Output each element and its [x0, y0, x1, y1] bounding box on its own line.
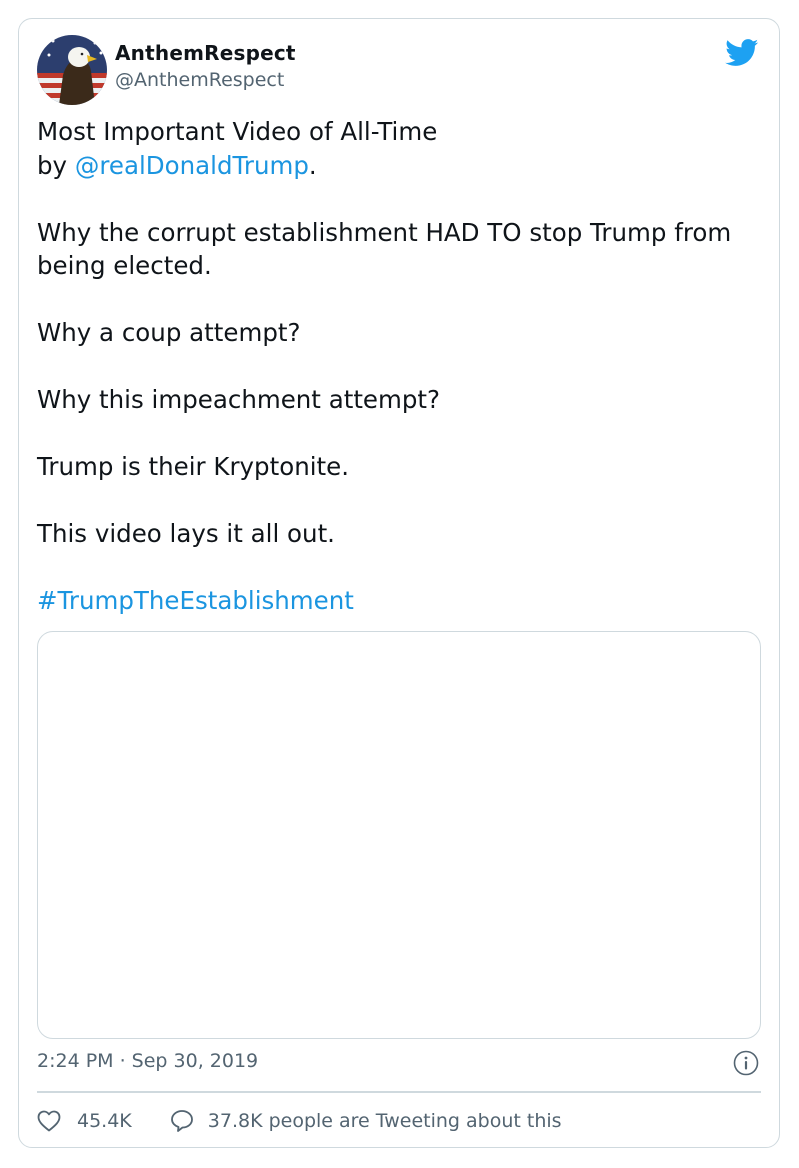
tweet-paragraph-2: Why the corrupt establishment HAD TO sto…	[37, 217, 732, 281]
by-suffix: .	[308, 150, 317, 180]
twitter-bird-icon[interactable]	[725, 39, 759, 67]
author-handle[interactable]: @AnthemRespect	[115, 69, 284, 91]
tweet-paragraph-1: Most Important Video of All-Time by @real…	[37, 115, 757, 182]
tweet-line-1: Most Important Video of All-Time	[37, 117, 438, 146]
tweet-timestamp[interactable]: 2:24 PM · Sep 30, 2019	[37, 1050, 258, 1072]
tweet-text: Most Important Video of All-Time by @real…	[37, 115, 757, 618]
tweet-paragraph-4: Why this impeachment attempt?	[37, 385, 441, 414]
tweeting-about-action[interactable]: 37.8K people are Tweeting about this	[132, 1109, 562, 1133]
hashtag-link[interactable]: #TrumpTheEstablishment	[37, 586, 354, 615]
tweet-paragraph-5: Trump is their Kryptonite.	[37, 452, 349, 481]
video-media-frame[interactable]	[37, 631, 761, 1039]
avatar-eagle-flag-icon	[37, 35, 107, 105]
reply-bubble-icon	[170, 1110, 193, 1132]
like-count: 45.4K	[77, 1110, 132, 1132]
tweet-paragraph-3: Why a coup attempt?	[37, 318, 301, 347]
tweet-paragraph-6: This video lays it all out.	[37, 519, 335, 548]
tweet-card: AnthemRespect @AnthemRespect Most Import…	[18, 18, 780, 1148]
tweet-actions: 45.4K 37.8K people are Tweeting about th…	[37, 1103, 562, 1139]
heart-icon	[37, 1110, 61, 1132]
like-action[interactable]: 45.4K	[37, 1110, 132, 1132]
by-prefix: by	[37, 150, 75, 180]
mention-link[interactable]: @realDonaldTrump	[75, 151, 309, 180]
avatar[interactable]	[37, 35, 107, 105]
divider	[37, 1091, 761, 1093]
tweeting-about-text: 37.8K people are Tweeting about this	[207, 1110, 562, 1132]
info-icon[interactable]	[733, 1050, 759, 1076]
author-name[interactable]: AnthemRespect	[115, 41, 296, 65]
